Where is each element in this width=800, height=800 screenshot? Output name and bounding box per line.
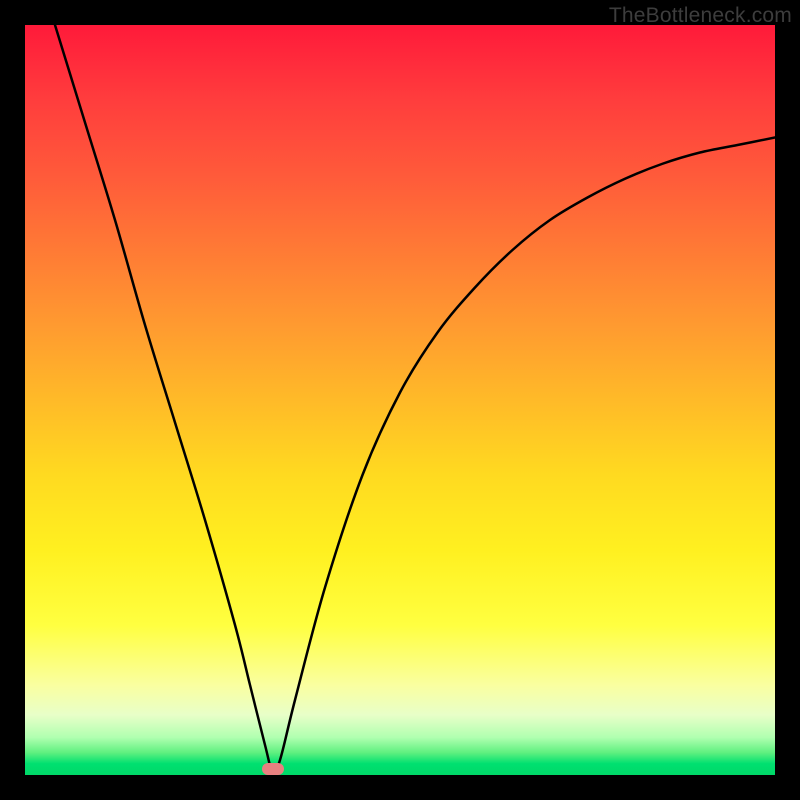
- optimal-point-marker: [262, 763, 284, 775]
- chart-plot-area: [25, 25, 775, 775]
- watermark-text: TheBottleneck.com: [609, 4, 792, 28]
- curve-svg: [25, 25, 775, 775]
- bottleneck-curve: [55, 25, 775, 772]
